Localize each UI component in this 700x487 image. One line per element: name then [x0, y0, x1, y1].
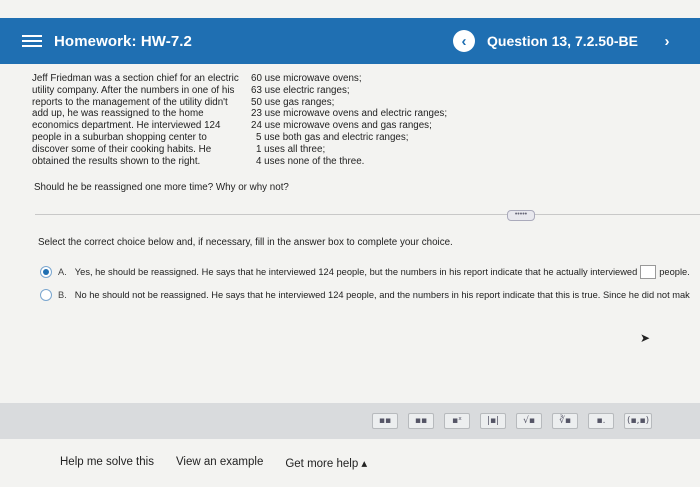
- square-root-tool-button[interactable]: √▪: [516, 413, 542, 429]
- survey-item: 63 use electric ranges;: [251, 84, 350, 96]
- choice-a[interactable]: A. Yes, he should be reassigned. He says…: [40, 265, 690, 279]
- section-divider: [35, 214, 700, 215]
- help-me-solve-link[interactable]: Help me solve this: [60, 456, 154, 470]
- question-prompt: Should he be reassigned one more time? W…: [34, 182, 289, 193]
- view-example-link[interactable]: View an example: [176, 456, 263, 470]
- choice-letter: A.: [58, 267, 67, 277]
- exponent-tool-button[interactable]: ▪ˣ: [444, 413, 470, 429]
- homework-title: Homework: HW-7.2: [54, 32, 192, 50]
- survey-item: 5 use both gas and electric ranges;: [256, 131, 409, 143]
- survey-results: 60 use microwave ovens; 63 use electric …: [251, 73, 471, 167]
- survey-item: 1 uses all three;: [256, 143, 326, 155]
- problem-text: Jeff Friedman was a section chief for an…: [32, 73, 254, 167]
- problem-line: Jeff Friedman was a section chief for an…: [32, 73, 239, 84]
- problem-line: obtained the results shown to the right.: [32, 155, 201, 167]
- survey-item: 23 use microwave ovens and electric rang…: [251, 108, 448, 120]
- help-links: Help me solve this View an example Get m…: [60, 456, 367, 470]
- decimal-tool-button[interactable]: ▪.: [588, 413, 614, 429]
- survey-item: 4 uses none of the three.: [256, 155, 365, 167]
- mixed-number-tool-button[interactable]: ▪▪: [408, 413, 434, 429]
- previous-question-button[interactable]: ‹: [453, 30, 476, 52]
- answer-input-box[interactable]: [640, 265, 657, 279]
- top-bar: Homework: HW-7.2 ‹ Question 13, 7.2.50-B…: [0, 18, 700, 64]
- problem-line: utility company. After the numbers in on…: [32, 84, 235, 96]
- choice-letter: B.: [58, 290, 67, 300]
- fraction-tool-button[interactable]: ▪▪: [372, 413, 398, 429]
- expand-more-button[interactable]: •••••: [507, 210, 535, 221]
- get-more-help-link[interactable]: Get more help ▴: [285, 456, 367, 470]
- problem-line: discover some of their cooking habits. H…: [32, 143, 212, 155]
- cube-root-tool-button[interactable]: ∛▪: [552, 413, 578, 429]
- question-label: Question 13, 7.2.50-BE: [487, 33, 638, 49]
- mouse-cursor-icon: ➤: [640, 331, 651, 345]
- next-question-button[interactable]: ›: [656, 30, 678, 52]
- survey-item: 50 use gas ranges;: [251, 96, 335, 108]
- radio-button-b[interactable]: [40, 289, 52, 301]
- problem-line: reports to the management of the utility…: [32, 96, 228, 108]
- question-navigation: ‹ Question 13, 7.2.50-BE ›: [453, 30, 670, 52]
- problem-line: add up, he was reassigned to the home: [32, 108, 204, 120]
- radio-button-a[interactable]: [40, 266, 52, 278]
- math-toolbar: ▪▪ ▪▪ ▪ˣ |▪| √▪ ∛▪ ▪. (▪,▪): [372, 413, 653, 429]
- survey-item: 24 use microwave ovens and gas ranges;: [251, 120, 432, 132]
- hamburger-menu-icon[interactable]: [22, 35, 42, 47]
- ordered-pair-tool-button[interactable]: (▪,▪): [624, 413, 653, 429]
- instruction-text: Select the correct choice below and, if …: [38, 237, 453, 248]
- choice-b[interactable]: B. No he should not be reassigned. He sa…: [40, 289, 690, 301]
- choice-text: Yes, he should be reassigned. He says th…: [74, 267, 638, 277]
- choice-text: No he should not be reassigned. He says …: [74, 290, 690, 300]
- survey-item: 60 use microwave ovens;: [251, 73, 362, 84]
- problem-line: economics department. He interviewed 124: [32, 120, 221, 132]
- choice-suffix: people.: [659, 267, 690, 277]
- problem-line: people in a suburban shopping center to: [32, 131, 207, 143]
- absolute-value-tool-button[interactable]: |▪|: [480, 413, 506, 429]
